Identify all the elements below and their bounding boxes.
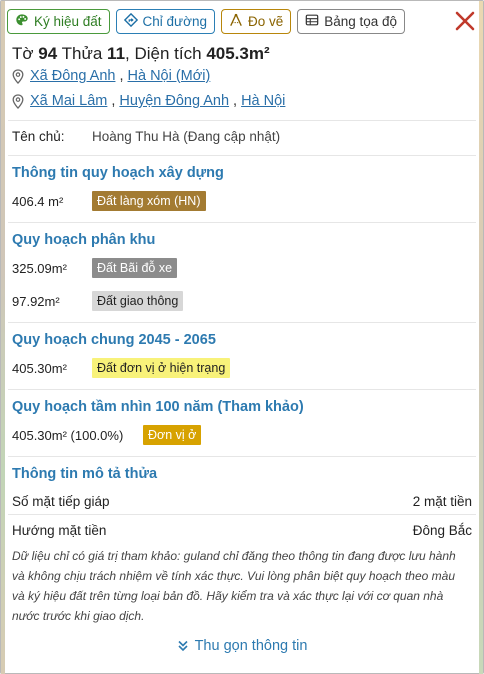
measure-button[interactable]: Đo vẽ	[220, 8, 292, 34]
land-use-tag: Đất làng xóm (HN)	[92, 191, 206, 211]
map-pin-icon	[12, 68, 24, 84]
zoning-title: Quy hoạch phân khu	[12, 232, 156, 248]
map-edge-right	[479, 1, 483, 674]
frontage-direction-row: Hướng mặt tiền Đông Bắc	[12, 520, 472, 540]
sheet-label: Tờ	[12, 44, 34, 63]
collapse-info-button[interactable]: Thu gọn thông tin	[1, 638, 483, 654]
divider	[8, 456, 476, 457]
frontage-count-value: 2 mặt tiền	[412, 493, 472, 509]
symbol-button[interactable]: Ký hiệu đất	[7, 8, 110, 34]
location-separator: ,	[233, 93, 238, 109]
new-commune-link[interactable]: Xã Đông Anh	[30, 68, 115, 84]
zoning-area: 325.09m²	[12, 260, 67, 276]
vision-plan-title: Quy hoạch tầm nhìn 100 năm (Tham khảo)	[12, 399, 304, 415]
construction-row: 406.4 m² Đất làng xóm (HN)	[12, 190, 206, 212]
location-old: Xã Mai Lâm, Huyện Đông Anh, Hà Nội	[12, 93, 285, 109]
general-plan-row: 405.30m² Đất đơn vị ở hiện trạng	[12, 357, 231, 379]
old-district-link[interactable]: Huyện Đông Anh	[119, 93, 229, 109]
parcel-title: Tờ 94 Thửa 11, Diện tích 405.3m²	[12, 44, 270, 64]
double-chevron-up-icon	[177, 640, 188, 652]
disclaimer-text: Dữ liệu chỉ có giá trị tham khảo: guland…	[12, 549, 456, 623]
old-commune-link[interactable]: Xã Mai Lâm	[30, 93, 107, 109]
palette-icon	[15, 13, 29, 30]
parcel-description-title: Thông tin mô tả thửa	[12, 466, 158, 482]
divider	[8, 389, 476, 390]
divider	[8, 322, 476, 323]
owner-row: Tên chủ: Hoàng Thu Hà (Đang cập nhật)	[12, 129, 280, 144]
location-separator: ,	[119, 68, 124, 84]
plot-label: Thửa	[61, 44, 103, 63]
area-value: 405.3m²	[206, 44, 270, 63]
vision-plan-area: 405.30m² (100.0%)	[12, 427, 124, 443]
zoning-area: 97.92m²	[12, 293, 60, 309]
zoning-row: 325.09m² Đất Bãi đỗ xe	[12, 257, 178, 279]
owner-label: Tên chủ:	[12, 129, 65, 144]
coords-table-button-label: Bảng tọa độ	[324, 13, 398, 29]
table-icon	[305, 13, 319, 30]
general-plan-area: 405.30m²	[12, 360, 67, 376]
frontage-direction-value: Đông Bắc	[412, 522, 472, 538]
old-city-link[interactable]: Hà Nội	[241, 93, 285, 109]
zoning-row: 97.92m² Đất giao thông	[12, 290, 184, 312]
frontage-direction-label: Hướng mặt tiền	[12, 522, 107, 538]
close-button[interactable]	[453, 9, 477, 33]
general-plan-title: Quy hoạch chung 2045 - 2065	[12, 332, 216, 348]
ruler-draw-icon	[229, 13, 243, 30]
map-pin-icon	[12, 93, 24, 109]
owner-value: Hoàng Thu Hà (Đang cập nhật)	[92, 129, 281, 144]
measure-button-label: Đo vẽ	[247, 13, 284, 29]
construction-area: 406.4 m²	[12, 193, 64, 209]
divider	[8, 222, 476, 223]
land-use-tag: Đất giao thông	[92, 291, 184, 311]
new-city-link[interactable]: Hà Nội (Mới)	[128, 68, 211, 84]
info-panel: Ký hiệu đất Chỉ đường Đo vẽ Bảng tọa độ …	[0, 0, 484, 674]
directions-icon	[123, 12, 138, 30]
area-label: , Diện tích	[125, 44, 202, 63]
coords-table-button[interactable]: Bảng tọa độ	[297, 8, 406, 34]
sheet-number: 94	[38, 44, 58, 63]
close-icon	[455, 11, 475, 31]
divider	[8, 120, 476, 121]
location-new: Xã Đông Anh, Hà Nội (Mới)	[12, 68, 210, 84]
frontage-count-label: Số mặt tiếp giáp	[12, 493, 110, 509]
land-use-tag: Đất đơn vị ở hiện trạng	[92, 358, 231, 378]
vision-plan-row: 405.30m² (100.0%) Đơn vị ở	[12, 424, 202, 446]
directions-button[interactable]: Chỉ đường	[115, 8, 215, 34]
map-edge-left	[1, 1, 5, 674]
symbol-button-label: Ký hiệu đất	[34, 13, 102, 29]
divider	[8, 155, 476, 156]
frontage-count-row: Số mặt tiếp giáp 2 mặt tiền	[12, 491, 472, 511]
divider	[8, 514, 476, 515]
plot-number: 11	[107, 44, 126, 63]
collapse-info-label: Thu gọn thông tin	[194, 638, 308, 654]
directions-button-label: Chỉ đường	[142, 13, 207, 29]
land-use-tag: Đơn vị ở	[143, 425, 202, 445]
construction-planning-title: Thông tin quy hoạch xây dựng	[12, 165, 224, 181]
land-use-tag: Đất Bãi đỗ xe	[92, 258, 178, 278]
toolbar: Ký hiệu đất Chỉ đường Đo vẽ Bảng tọa độ	[7, 8, 406, 34]
location-separator: ,	[111, 93, 116, 109]
